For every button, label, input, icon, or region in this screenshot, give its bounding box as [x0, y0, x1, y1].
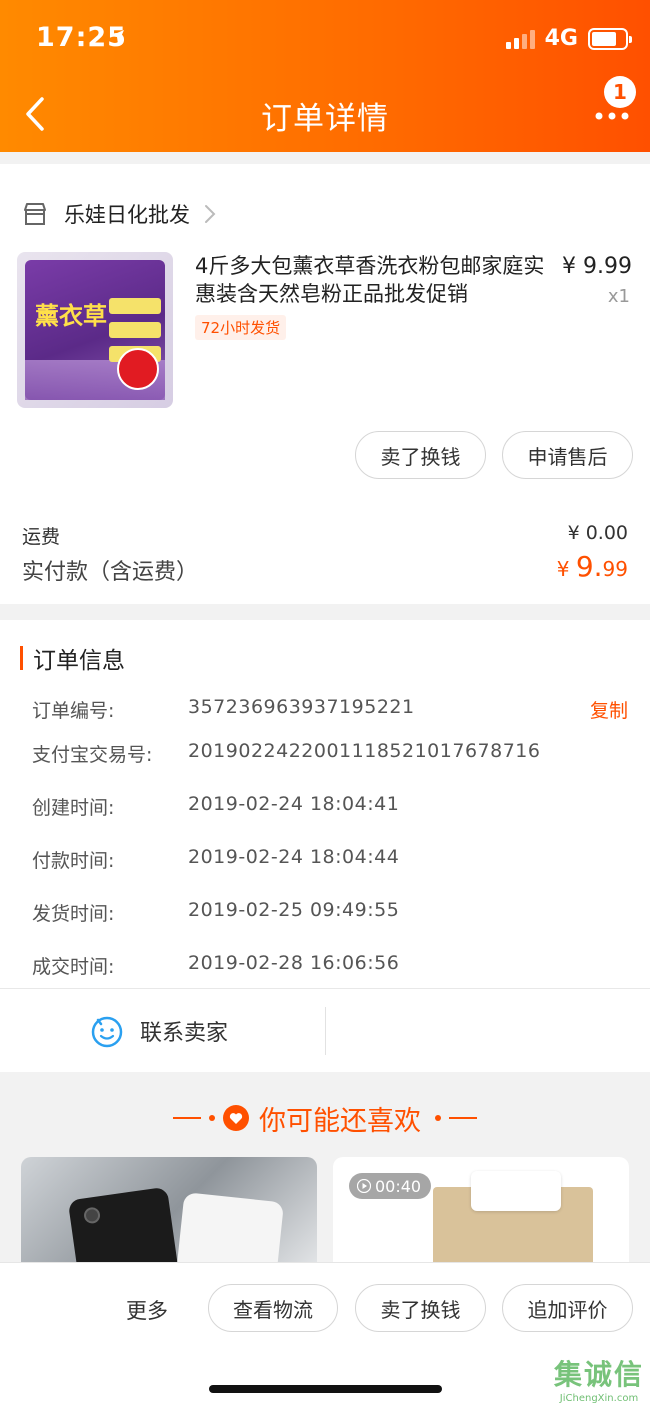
header-bar: 17:25 4G 订单详情 1 [0, 0, 650, 152]
recommend-item-card[interactable]: 00:40 [333, 1157, 629, 1277]
view-logistics-button[interactable]: 查看物流 [208, 1284, 338, 1332]
order-info-card: 订单信息 复制 订单编号: 357236963937195221 支付宝交易号:… [0, 620, 650, 1072]
contact-seller-button[interactable]: 联系卖家 [0, 989, 325, 1073]
freight-value: ¥ 0.00 [567, 522, 628, 544]
bottom-action-bar: 更多 查看物流 卖了换钱 追加评价 集诚信 JiChengXin.com [0, 1262, 650, 1407]
heading-accent-bar [20, 646, 23, 670]
network-type: 4G [544, 26, 578, 51]
shop-name: 乐娃日化批发 [64, 203, 190, 227]
product-quantity: x1 [607, 286, 630, 307]
shipping-tag: 72小时发货 [195, 315, 287, 340]
product-price: ¥ 9.99 [562, 254, 632, 279]
vertical-divider [325, 1007, 326, 1055]
location-arrow-icon [108, 28, 126, 50]
sell-item-button[interactable]: 卖了换钱 [355, 1284, 486, 1332]
contact-row: 联系卖家 [0, 989, 650, 1073]
watermark-logo: 集诚信 JiChengXin.com [553, 1358, 644, 1404]
paid-label: 实付款（含运费） [22, 560, 199, 585]
page-title: 订单详情 [261, 101, 389, 137]
copy-order-number-button[interactable]: 复制 [590, 696, 628, 723]
message-count-badge: 1 [604, 76, 636, 108]
add-review-button[interactable]: 追加评价 [502, 1284, 633, 1332]
product-image-label: 薰衣草 [35, 301, 107, 330]
product-title[interactable]: 4斤多大包薰衣草香洗衣粉包邮家庭实惠装含天然皂粉正品批发促销 [195, 252, 545, 308]
paid-amount: ¥ 9.99 [556, 550, 628, 583]
after-sale-button[interactable]: 申请售后 [502, 431, 633, 479]
recommend-item-card[interactable] [21, 1157, 317, 1277]
store-icon [24, 203, 46, 225]
battery-icon [588, 27, 632, 50]
video-duration-badge: 00:40 [349, 1173, 432, 1199]
order-info-heading: 订单信息 [20, 642, 125, 674]
sell-item-button[interactable]: 卖了换钱 [355, 431, 486, 479]
promo-seal-icon [117, 348, 159, 390]
recommend-heading: 你可能还喜欢 [0, 1096, 650, 1140]
status-indicators: 4G [505, 26, 632, 51]
heart-icon [223, 1105, 249, 1131]
more-actions-button[interactable]: 更多 [126, 1295, 168, 1325]
signal-icon [505, 29, 535, 49]
play-icon [357, 1179, 371, 1193]
product-image[interactable]: 薰衣草 [17, 252, 173, 408]
chat-bubble-icon [91, 1016, 123, 1048]
freight-label: 运费 [22, 526, 61, 548]
shop-row[interactable]: 乐娃日化批发 [0, 164, 650, 264]
home-indicator [209, 1385, 442, 1393]
order-item-card: 乐娃日化批发 薰衣草 4斤多大包薰衣草香洗衣粉包邮家庭实惠装含天然皂粉正品批发促… [0, 164, 650, 604]
chevron-right-icon [205, 205, 216, 223]
